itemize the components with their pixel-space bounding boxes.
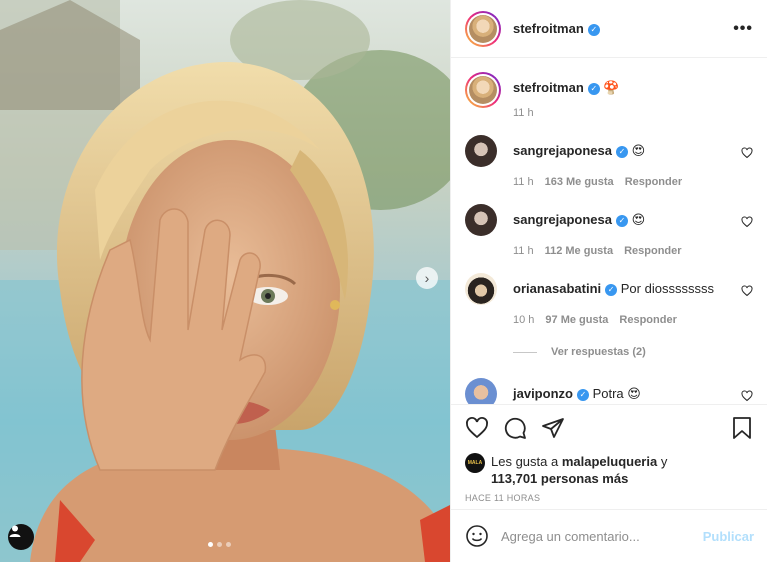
comment-time[interactable]: 11 h: [513, 176, 534, 188]
carousel-dot: [208, 542, 213, 547]
comment-text: Por diossssssss: [620, 281, 714, 296]
post-photo[interactable]: ›: [0, 0, 450, 562]
comment-avatar[interactable]: [465, 135, 497, 167]
comment-time[interactable]: 11 h: [513, 245, 534, 257]
post-header: stefroitman ✓ •••: [451, 0, 767, 58]
carousel-dot: [217, 542, 222, 547]
send-icon[interactable]: [541, 416, 565, 440]
comment-avatar[interactable]: [465, 378, 497, 404]
comment-row: orianasabatini ✓ Por diossssssss 10 h 97 …: [465, 273, 753, 326]
comment-likes[interactable]: 112 Me gusta: [545, 245, 613, 257]
view-replies-button[interactable]: Ver respuestas (2): [513, 346, 753, 358]
comment-username[interactable]: orianasabatini: [513, 281, 601, 296]
comment-icon[interactable]: [503, 416, 527, 440]
comment-likes[interactable]: 163 Me gusta: [545, 176, 614, 188]
author-username[interactable]: stefroitman ✓: [513, 21, 600, 36]
likes-summary: MALA Les gusta a malapeluqueria y 113,70…: [465, 453, 754, 487]
caption-time[interactable]: 11 h: [513, 107, 534, 119]
heart-icon[interactable]: [741, 216, 753, 228]
comment-avatar[interactable]: [465, 204, 497, 236]
reply-button[interactable]: Responder: [624, 245, 681, 257]
more-options-icon[interactable]: •••: [733, 20, 753, 38]
reply-button[interactable]: Responder: [625, 176, 682, 188]
user-icon: [9, 525, 21, 537]
comment-composer: Agrega un comentario... Publicar: [451, 509, 767, 562]
comment-time[interactable]: 10 h: [513, 314, 534, 326]
comment-row: sangrejaponesa ✓ 😍 11 h 163 Me gusta Resp…: [465, 135, 753, 188]
comment-likes[interactable]: 97 Me gusta: [545, 314, 608, 326]
portrait-illustration: [0, 0, 450, 562]
comment-text: Potra 😍: [592, 386, 641, 401]
heart-icon[interactable]: [741, 390, 753, 402]
heart-icon[interactable]: [465, 416, 489, 440]
tagged-users-button[interactable]: [8, 524, 34, 550]
caption-avatar[interactable]: [465, 72, 501, 108]
comment-username[interactable]: javiponzo: [513, 386, 573, 401]
carousel-indicator: [208, 542, 231, 547]
comment-row: javiponzo ✓ Potra 😍: [465, 378, 753, 404]
comment-text: 😍: [631, 212, 646, 227]
post-timestamp[interactable]: HACE 11 HORAS: [465, 493, 754, 503]
carousel-dot: [226, 542, 231, 547]
reply-button[interactable]: Responder: [619, 314, 676, 326]
instagram-post: › stefroitman ✓ ••• stefroitman ✓ 🍄 11 h…: [0, 0, 767, 562]
publish-button[interactable]: Publicar: [703, 529, 754, 544]
post-actions: MALA Les gusta a malapeluqueria y 113,70…: [451, 404, 767, 503]
post-side-panel: stefroitman ✓ ••• stefroitman ✓ 🍄 11 h s…: [450, 0, 767, 562]
verified-badge-icon: ✓: [616, 215, 628, 227]
verified-badge-icon: ✓: [587, 83, 600, 95]
comment-row: sangrejaponesa ✓ 😍 11 h 112 Me gusta Resp…: [465, 204, 753, 257]
comment-input[interactable]: Agrega un comentario...: [501, 529, 703, 544]
comment-text: 😍: [631, 143, 646, 158]
liker-avatar[interactable]: MALA: [465, 453, 485, 473]
verified-badge-icon: ✓: [576, 389, 589, 401]
next-photo-button[interactable]: ›: [416, 267, 438, 289]
verified-badge-icon: ✓: [605, 284, 618, 296]
comment-username[interactable]: sangrejaponesa: [513, 143, 612, 158]
heart-icon[interactable]: [741, 147, 753, 159]
comment-avatar[interactable]: [465, 273, 497, 305]
comments-list[interactable]: stefroitman✓ 🍄 11 h sangrejaponesa✓ 😍: [451, 58, 767, 404]
verified-badge-icon: ✓: [587, 24, 600, 36]
author-avatar[interactable]: [465, 10, 501, 47]
heart-icon[interactable]: [741, 285, 753, 297]
caption-username[interactable]: stefroitman: [513, 80, 584, 95]
smiley-icon[interactable]: [465, 524, 489, 548]
verified-badge-icon: ✓: [616, 146, 628, 158]
caption-text: 🍄: [603, 80, 620, 95]
replies-divider: [513, 351, 537, 353]
likes-prefix: Les gusta a: [491, 454, 559, 469]
liker-username[interactable]: malapeluqueria: [562, 454, 657, 469]
likes-count[interactable]: 113,701 personas más: [491, 471, 628, 486]
chevron-right-icon: ›: [424, 270, 430, 286]
comment-username[interactable]: sangrejaponesa: [513, 212, 612, 227]
caption: stefroitman ✓ 🍄 11 h: [465, 72, 753, 119]
bookmark-icon[interactable]: [730, 416, 754, 440]
likes-joiner: y: [660, 454, 668, 469]
